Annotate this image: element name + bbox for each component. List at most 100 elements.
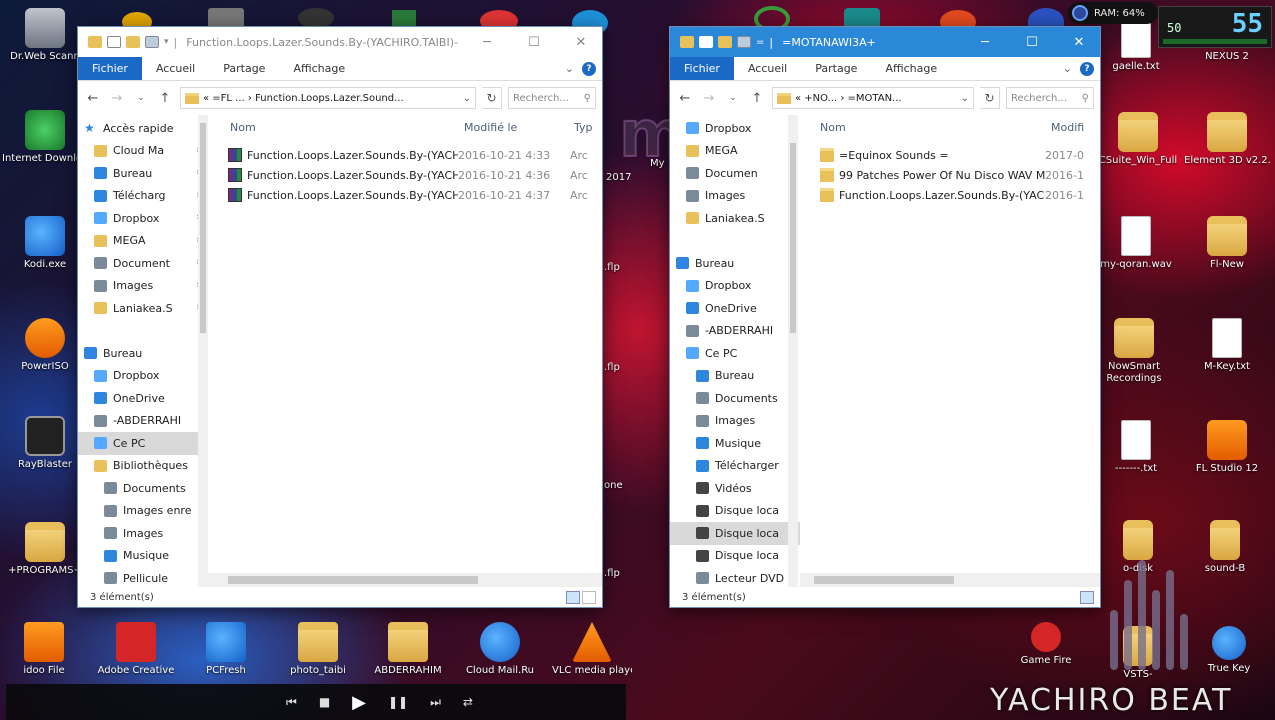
- nav-item[interactable]: Documents: [78, 477, 208, 500]
- nav-scrollbar[interactable]: [198, 115, 208, 587]
- desktop-icon-drweb[interactable]: Dr.Web Scann: [2, 8, 88, 63]
- scrollbar-thumb[interactable]: [814, 576, 954, 584]
- desktop-icon-flnew[interactable]: Fl-New: [1184, 216, 1270, 271]
- back-button[interactable]: ←: [84, 91, 102, 106]
- address-bar[interactable]: « =FL ... › Function.Loops.Lazer.Sound..…: [180, 87, 476, 109]
- nav-item[interactable]: Ce PC: [670, 342, 800, 365]
- forward-button[interactable]: →: [700, 91, 718, 106]
- desktop-icon-programs[interactable]: +PROGRAMS+: [2, 522, 88, 577]
- close-button[interactable]: ✕: [1058, 27, 1100, 57]
- shuffle-button[interactable]: ⇄: [463, 695, 473, 709]
- desktop-icon-flstudio[interactable]: FL Studio 12: [1184, 420, 1270, 475]
- navigation-pane[interactable]: Dropbox✱MEGA✱Documen✱Images✱Laniakea.S✱ B…: [670, 115, 800, 587]
- navigation-pane[interactable]: ★Accès rapideCloud Ma✱Bureau✱Télécharg✱D…: [78, 115, 208, 587]
- nav-scrollbar[interactable]: [788, 115, 798, 587]
- desktop-icon-element3d[interactable]: Element 3D v2.2.2.2147: [1184, 112, 1270, 167]
- nav-item[interactable]: OneDrive: [78, 387, 208, 410]
- desktop-icon-kodi[interactable]: Kodi.exe: [2, 216, 88, 271]
- stop-button[interactable]: ■: [319, 695, 330, 709]
- scrollbar-thumb[interactable]: [228, 576, 478, 584]
- horizontal-scrollbar[interactable]: [800, 573, 1100, 587]
- tab-affichage[interactable]: Affichage: [871, 57, 951, 80]
- nav-item[interactable]: Laniakea.S✱: [670, 207, 800, 230]
- desktop-icon-idm[interactable]: Internet Downlo...: [2, 110, 88, 165]
- help-icon[interactable]: ?: [1080, 61, 1094, 76]
- tab-accueil[interactable]: Accueil: [142, 57, 209, 80]
- nav-item[interactable]: -ABDERRAHI: [78, 410, 208, 433]
- explorer-window-left[interactable]: ▾ | Function.Loops.Lazer.Sounds.By-(YACH…: [77, 26, 603, 608]
- nav-item[interactable]: Dropbox: [78, 365, 208, 388]
- search-input[interactable]: Recherch... ⚲: [1006, 87, 1094, 109]
- refresh-button[interactable]: ↻: [482, 87, 502, 109]
- titlebar[interactable]: ▾ | Function.Loops.Lazer.Sounds.By-(YACH…: [78, 27, 602, 57]
- column-header-type[interactable]: Typ: [568, 121, 598, 134]
- scrollbar-thumb[interactable]: [790, 143, 796, 333]
- nav-item[interactable]: Bibliothèques: [78, 455, 208, 478]
- nav-item[interactable]: Images: [78, 522, 208, 545]
- maximize-button[interactable]: ☐: [1011, 27, 1053, 57]
- properties-icon[interactable]: [107, 36, 121, 48]
- expand-ribbon-icon[interactable]: ⌄: [1063, 62, 1072, 75]
- nav-item[interactable]: Document✱: [78, 252, 208, 275]
- nav-item[interactable]: Dropbox✱: [78, 207, 208, 230]
- new-folder-icon[interactable]: [126, 36, 140, 48]
- minimize-button[interactable]: ─: [466, 27, 508, 57]
- column-header-nom[interactable]: Nom: [208, 121, 458, 134]
- nav-item[interactable]: Télécharg✱: [78, 185, 208, 208]
- desktop-icon-poweriso[interactable]: PowerISO: [2, 318, 88, 373]
- play-button[interactable]: ▶: [352, 692, 366, 713]
- horizontal-scrollbar[interactable]: [208, 573, 602, 587]
- nav-item[interactable]: Bureau: [670, 365, 800, 388]
- back-button[interactable]: ←: [676, 91, 694, 106]
- refresh-button[interactable]: ↻: [980, 87, 1000, 109]
- app-icon[interactable]: [298, 8, 334, 28]
- file-row[interactable]: Function.Loops.Lazer.Sounds.By-(YACHI...…: [208, 165, 602, 185]
- desktop-icon-dashtxt[interactable]: -------.txt: [1096, 420, 1176, 475]
- nav-item[interactable]: Télécharger: [670, 455, 800, 478]
- nav-item[interactable]: Cloud Ma✱: [78, 140, 208, 163]
- nav-item[interactable]: Dropbox✱: [670, 117, 800, 140]
- tab-partage[interactable]: Partage: [801, 57, 871, 80]
- previous-button[interactable]: ⏮: [286, 695, 297, 710]
- desktop-icon-cloudmail[interactable]: Cloud Mail.Ru: [460, 622, 540, 676]
- nav-item[interactable]: Documen✱: [670, 162, 800, 185]
- rename-icon[interactable]: [145, 36, 159, 48]
- search-input[interactable]: Recherch... ⚲: [508, 87, 596, 109]
- rename-icon[interactable]: [737, 36, 751, 48]
- minimize-button[interactable]: ─: [964, 27, 1006, 57]
- file-row[interactable]: Function.Loops.Lazer.Sounds.By-(YACHI...…: [208, 145, 602, 165]
- help-icon[interactable]: ?: [582, 61, 596, 76]
- chevron-down-icon[interactable]: ⌄: [961, 93, 969, 104]
- nav-item[interactable]: Bureau: [78, 342, 208, 365]
- nav-item[interactable]: -ABDERRAHI: [670, 320, 800, 343]
- file-row[interactable]: 99 Patches Power Of Nu Disco WAV MIDI...…: [800, 165, 1100, 185]
- nav-item[interactable]: Pellicule: [78, 567, 208, 587]
- file-row[interactable]: Function.Loops.Lazer.Sounds.By-(YACHI...…: [800, 185, 1100, 205]
- nav-item[interactable]: Images✱: [78, 275, 208, 298]
- new-folder-icon[interactable]: [718, 36, 732, 48]
- nav-item[interactable]: Documents: [670, 387, 800, 410]
- expand-ribbon-icon[interactable]: ⌄: [565, 62, 574, 75]
- nav-item[interactable]: Disque loca: [670, 522, 800, 545]
- tab-accueil[interactable]: Accueil: [734, 57, 801, 80]
- address-bar[interactable]: « +NO... › =MOTAN... ⌄: [772, 87, 974, 109]
- desktop-icon-abderrahim[interactable]: ABDERRAHIM: [368, 622, 448, 676]
- nav-item[interactable]: Images✱: [670, 185, 800, 208]
- nav-item[interactable]: Disque loca: [670, 545, 800, 568]
- details-view-button[interactable]: [566, 591, 580, 604]
- nav-item[interactable]: MEGA✱: [670, 140, 800, 163]
- close-button[interactable]: ✕: [560, 27, 602, 57]
- column-header-modifie[interactable]: Modifié le: [458, 121, 568, 134]
- desktop-icon-nowsmart[interactable]: NowSmart Recordings: [1092, 318, 1176, 385]
- file-row[interactable]: =Equinox Sounds = 2017-0: [800, 145, 1100, 165]
- tab-partage[interactable]: Partage: [209, 57, 279, 80]
- recent-locations-icon[interactable]: ⌄: [132, 93, 150, 103]
- properties-icon[interactable]: [699, 36, 713, 48]
- clock-widget[interactable]: 50 55: [1158, 6, 1272, 48]
- up-button[interactable]: ↑: [156, 91, 174, 106]
- nav-item[interactable]: Images: [670, 410, 800, 433]
- desktop-icon-qoran[interactable]: my-qoran.wav: [1096, 216, 1176, 271]
- nav-item[interactable]: OneDrive: [670, 297, 800, 320]
- column-header-nom[interactable]: Nom: [800, 121, 1045, 134]
- nav-item[interactable]: Vidéos: [670, 477, 800, 500]
